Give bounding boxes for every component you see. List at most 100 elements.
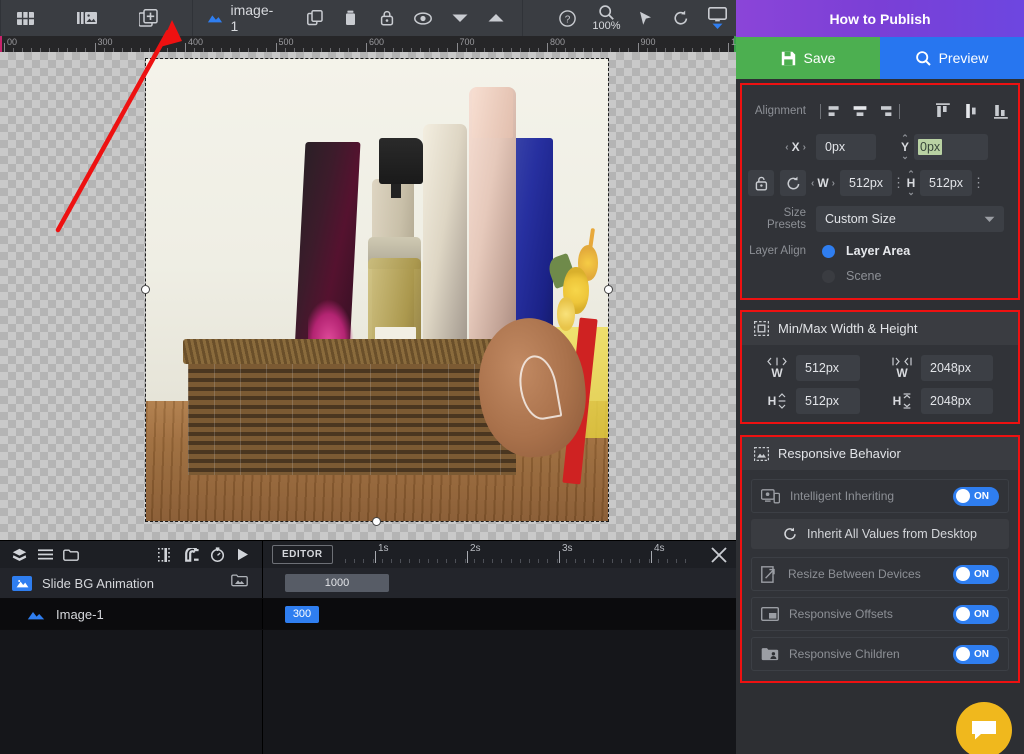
rotate-reset-icon[interactable] <box>780 170 806 196</box>
duplicate-icon[interactable] <box>296 0 332 36</box>
timeline-minor-tick <box>538 559 540 563</box>
align-left-icon[interactable] <box>827 101 845 121</box>
resize-handle-bottom[interactable] <box>372 517 381 526</box>
grid-view-icon[interactable] <box>7 0 43 36</box>
timeline-row-label: Image-1 <box>56 606 104 622</box>
width-input[interactable] <box>840 170 892 196</box>
chevron-up-icon[interactable] <box>478 0 514 36</box>
layers-icon[interactable] <box>6 541 32 568</box>
timeline-row-track[interactable]: 300 <box>262 599 736 629</box>
eye-icon[interactable] <box>405 0 441 36</box>
timeline-row[interactable]: Image-1 300 <box>0 599 736 630</box>
responsive-offsets-toggle[interactable]: ON <box>953 604 999 624</box>
intelligent-inheriting-row[interactable]: Intelligent Inheriting ON <box>751 479 1009 513</box>
minmax-height-row: H H <box>742 388 1018 414</box>
alignment-label: Alignment <box>754 105 806 117</box>
responsive-children-toggle[interactable]: ON <box>953 644 999 664</box>
close-icon[interactable] <box>710 546 728 564</box>
magnet-icon[interactable] <box>178 541 204 568</box>
align-right-icon[interactable] <box>875 101 893 121</box>
toggle-knob <box>956 567 970 581</box>
timeline-ruler-label: 3s <box>562 543 573 554</box>
align-bottom-icon[interactable] <box>992 101 1010 121</box>
timeline-bar[interactable]: 1000 <box>285 574 389 592</box>
chevron-down-icon[interactable] <box>442 0 478 36</box>
help-circle-icon[interactable]: ? <box>550 0 586 36</box>
preview-button[interactable]: Preview <box>880 37 1024 79</box>
layer-area-radio[interactable] <box>822 244 835 258</box>
folder-icon[interactable] <box>58 541 84 568</box>
align-top-icon[interactable] <box>934 101 952 121</box>
list-icon[interactable] <box>32 541 58 568</box>
align-center-icon[interactable] <box>851 101 869 121</box>
height-options-icon[interactable]: ⋮ <box>972 175 985 191</box>
save-button[interactable]: Save <box>736 37 880 79</box>
resize-handle-left[interactable] <box>141 285 150 294</box>
max-height-input[interactable] <box>921 388 993 414</box>
timeline-row-track[interactable]: 1000 <box>262 568 736 598</box>
zoom-control[interactable]: 100% <box>586 0 627 36</box>
horizontal-ruler[interactable]: 0030040050060070080090010 <box>0 36 736 52</box>
responsive-children-row[interactable]: Responsive Children ON <box>751 637 1009 671</box>
intelligent-inheriting-toggle[interactable]: ON <box>953 486 999 506</box>
height-input[interactable] <box>920 170 972 196</box>
timeline-ruler-label: 2s <box>470 543 481 554</box>
timeline-minor-tick <box>575 559 576 563</box>
ruler-major-tick <box>728 43 729 52</box>
align-middle-icon[interactable] <box>963 101 981 121</box>
max-width-input[interactable] <box>921 355 993 381</box>
timeline-minor-tick <box>391 559 392 563</box>
toggle-knob <box>956 647 970 661</box>
width-options-icon[interactable]: ⋮ <box>892 175 905 191</box>
pointer-icon[interactable] <box>627 0 663 36</box>
size-presets-select[interactable]: Custom Size <box>816 206 1004 232</box>
timeline-bar[interactable]: 300 <box>285 605 319 623</box>
x-input[interactable] <box>816 134 876 160</box>
timeline-minor-tick <box>630 559 632 563</box>
scene-align-row: Scene <box>742 264 1018 288</box>
selected-layer-chip[interactable]: image-1 <box>193 0 286 36</box>
stopwatch-icon[interactable] <box>204 541 230 568</box>
snap-grid-icon[interactable] <box>152 541 178 568</box>
refresh-icon <box>784 527 796 540</box>
canvas-viewport[interactable] <box>0 52 736 540</box>
resize-handle-right[interactable] <box>604 285 613 294</box>
inherit-all-values-button[interactable]: Inherit All Values from Desktop <box>751 519 1009 549</box>
folder-image-icon[interactable] <box>231 574 248 592</box>
minmax-header[interactable]: Min/Max Width & Height <box>742 312 1018 345</box>
chat-bubble-icon[interactable] <box>956 702 1012 754</box>
top-toolbar: image-1 ? 100% <box>0 0 736 36</box>
timeline-row-label-cell: Slide BG Animation <box>0 568 262 598</box>
lock-open-icon[interactable] <box>748 170 774 196</box>
add-layer-icon[interactable] <box>130 0 166 36</box>
timeline-minor-tick <box>464 559 466 563</box>
timeline-minor-tick <box>565 559 567 563</box>
monitor-icon[interactable] <box>700 0 736 36</box>
timeline-row[interactable]: Slide BG Animation 1000 <box>0 568 736 599</box>
y-input[interactable]: 0px <box>914 134 988 160</box>
slide-list-icon[interactable] <box>69 0 105 36</box>
timeline-major-tick <box>467 551 468 563</box>
min-width-input[interactable] <box>796 355 860 381</box>
align-group-divider <box>820 103 821 119</box>
resize-between-devices-row[interactable]: Resize Between Devices ON <box>751 557 1009 591</box>
responsive-header[interactable]: Responsive Behavior <box>742 437 1018 470</box>
responsive-offsets-row[interactable]: Responsive Offsets ON <box>751 597 1009 631</box>
panel-title: How to Publish <box>736 0 1024 37</box>
h-axis-label: ⌃ H ⌄ <box>906 169 916 197</box>
toolbar-divider <box>0 0 1 36</box>
timeline-minor-tick <box>667 559 668 563</box>
lock-icon[interactable] <box>369 0 405 36</box>
layer-align-label: Layer Align <box>749 245 806 257</box>
timeline-mode-chip[interactable]: EDITOR <box>272 545 333 564</box>
timeline-minor-tick <box>639 559 641 563</box>
scene-radio[interactable] <box>822 269 835 283</box>
undo-icon[interactable] <box>663 0 699 36</box>
resize-between-devices-toggle[interactable]: ON <box>953 564 999 584</box>
selected-layer-stage[interactable] <box>141 58 613 526</box>
play-icon[interactable] <box>230 541 256 568</box>
size-presets-label: Size Presets <box>767 207 806 231</box>
min-height-input[interactable] <box>796 388 860 414</box>
trash-icon[interactable] <box>333 0 369 36</box>
timeline-ruler[interactable]: 1s 2s 3s 4s <box>345 541 694 568</box>
